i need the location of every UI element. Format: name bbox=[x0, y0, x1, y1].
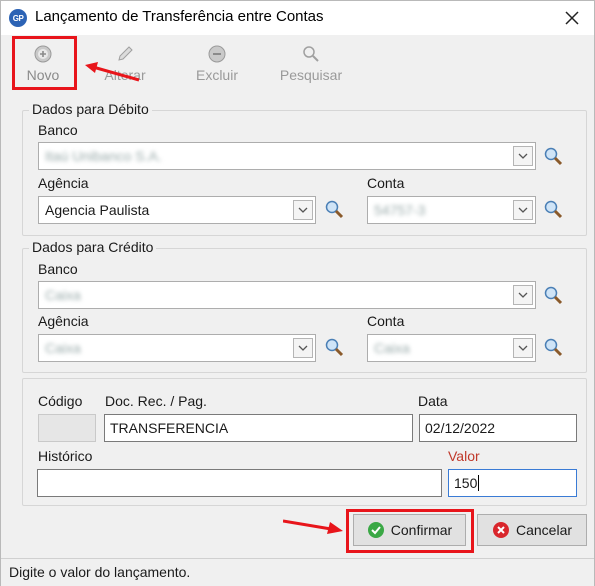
delete-icon bbox=[208, 45, 226, 63]
novo-button[interactable]: Novo bbox=[15, 41, 71, 91]
excluir-button[interactable]: Excluir bbox=[187, 41, 247, 91]
debito-legend: Dados para Débito bbox=[29, 101, 152, 117]
doc-label: Doc. Rec. / Pag. bbox=[105, 393, 207, 409]
cancel-icon bbox=[492, 522, 509, 538]
valor-text: 150 bbox=[454, 475, 480, 491]
confirmar-button[interactable]: Confirmar bbox=[353, 514, 466, 546]
close-button[interactable] bbox=[558, 5, 586, 31]
window-title: Lançamento de Transferência entre Contas bbox=[35, 8, 324, 25]
debito-conta-search-icon[interactable] bbox=[543, 199, 563, 219]
debito-agencia-label: Agência bbox=[38, 175, 89, 191]
chevron-down-icon[interactable] bbox=[513, 285, 533, 305]
chevron-down-icon[interactable] bbox=[293, 338, 313, 358]
chevron-down-icon[interactable] bbox=[513, 146, 533, 166]
debito-agencia-value: Agencia Paulista bbox=[45, 202, 150, 218]
toolbar: Novo Alterar Excluir Pesquisar bbox=[1, 35, 594, 93]
credito-banco-label: Banco bbox=[38, 261, 78, 277]
valor-value: 150 bbox=[454, 475, 478, 491]
close-icon bbox=[565, 11, 579, 25]
cancelar-label: Cancelar bbox=[515, 522, 573, 538]
add-icon bbox=[34, 45, 52, 63]
credito-agencia-label: Agência bbox=[38, 313, 89, 329]
credito-conta-select[interactable]: Caixa bbox=[367, 334, 536, 362]
historico-field[interactable] bbox=[37, 469, 442, 497]
pesquisar-label: Pesquisar bbox=[279, 67, 343, 83]
check-icon bbox=[367, 522, 384, 538]
title-bar: GP Lançamento de Transferência entre Con… bbox=[1, 1, 594, 35]
debito-agencia-select[interactable]: Agencia Paulista bbox=[38, 196, 316, 224]
app-logo-icon: GP bbox=[9, 9, 27, 27]
data-field[interactable]: 02/12/2022 bbox=[419, 414, 577, 442]
debito-conta-select[interactable]: 54757-3 bbox=[367, 196, 536, 224]
alterar-label: Alterar bbox=[104, 67, 146, 83]
confirmar-label: Confirmar bbox=[390, 522, 453, 538]
status-bar: Digite o valor do lançamento. bbox=[1, 558, 594, 586]
debito-banco-label: Banco bbox=[38, 122, 78, 138]
credito-legend: Dados para Crédito bbox=[29, 239, 157, 255]
debito-banco-search-icon[interactable] bbox=[543, 146, 563, 166]
credito-agencia-search-icon[interactable] bbox=[324, 337, 344, 357]
data-label: Data bbox=[418, 393, 448, 409]
chevron-down-icon[interactable] bbox=[513, 338, 533, 358]
doc-field[interactable]: TRANSFERENCIA bbox=[104, 414, 413, 442]
pesquisar-button[interactable]: Pesquisar bbox=[275, 41, 347, 91]
historico-label: Histórico bbox=[38, 448, 93, 464]
novo-label: Novo bbox=[26, 67, 60, 83]
credito-conta-label: Conta bbox=[367, 313, 405, 329]
debito-banco-select[interactable]: Itaú Unibanco S.A. bbox=[38, 142, 536, 170]
credito-agencia-select[interactable]: Caixa bbox=[38, 334, 316, 362]
codigo-label: Código bbox=[38, 393, 83, 409]
doc-value: TRANSFERENCIA bbox=[110, 420, 229, 436]
debito-banco-value: Itaú Unibanco S.A. bbox=[45, 148, 162, 164]
chevron-down-icon[interactable] bbox=[513, 200, 533, 220]
excluir-label: Excluir bbox=[195, 67, 238, 83]
debito-agencia-search-icon[interactable] bbox=[324, 199, 344, 219]
text-caret bbox=[478, 475, 480, 491]
cancelar-button[interactable]: Cancelar bbox=[477, 514, 587, 546]
debito-conta-label: Conta bbox=[367, 175, 405, 191]
data-value: 02/12/2022 bbox=[425, 420, 496, 436]
codigo-field[interactable] bbox=[38, 414, 96, 442]
pencil-icon bbox=[118, 46, 133, 61]
search-icon bbox=[303, 46, 319, 62]
transfer-dialog: GP Lançamento de Transferência entre Con… bbox=[0, 0, 595, 586]
arrow-icon bbox=[283, 519, 343, 534]
alterar-button[interactable]: Alterar bbox=[95, 41, 155, 91]
credito-banco-value: Caixa bbox=[45, 287, 81, 303]
chevron-down-icon[interactable] bbox=[293, 200, 313, 220]
valor-field[interactable]: 150 bbox=[448, 469, 577, 497]
debito-conta-value: 54757-3 bbox=[374, 202, 426, 218]
credito-banco-select[interactable]: Caixa bbox=[38, 281, 536, 309]
credito-conta-value: Caixa bbox=[374, 340, 410, 356]
status-message: Digite o valor do lançamento. bbox=[9, 564, 191, 580]
valor-label: Valor bbox=[448, 448, 480, 464]
credito-agencia-value: Caixa bbox=[45, 340, 81, 356]
credito-banco-search-icon[interactable] bbox=[543, 285, 563, 305]
credito-conta-search-icon[interactable] bbox=[543, 337, 563, 357]
